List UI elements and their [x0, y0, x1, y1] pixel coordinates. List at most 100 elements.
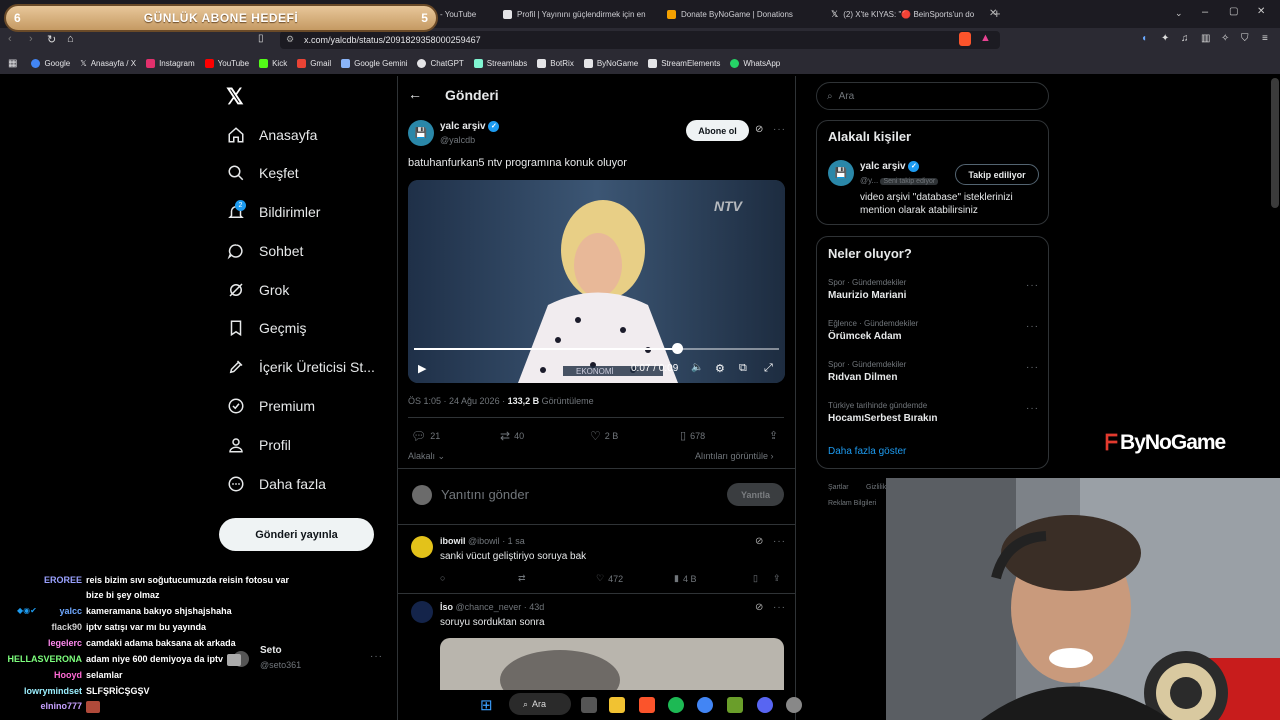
brave-shield-icon[interactable] [959, 32, 971, 46]
bookmark-kick[interactable]: Kick [259, 59, 287, 68]
show-more-link[interactable]: Daha fazla göster [828, 446, 906, 457]
video-player[interactable]: NTV EKONOMİ ▶ 0:07 / 0:09 🔈 ⚙ ⧉ ⤢ [408, 180, 785, 383]
window-minimize-icon[interactable]: – [1202, 6, 1208, 18]
reply-author[interactable]: ibowil [440, 536, 466, 546]
grok-explain-icon[interactable]: ⊘ [755, 602, 763, 613]
trend-item[interactable]: Eğlence · Gündemdekiler Örümcek Adam [828, 319, 1038, 342]
browser-tab-2[interactable]: Donate ByNoGame | Donations [667, 4, 817, 24]
bookmark-x[interactable]: 𝕏 Anasayfa / X [80, 59, 136, 68]
browser-tab-0[interactable]: - YouTube [440, 4, 500, 24]
reply-reply-action[interactable]: ○ [440, 573, 445, 583]
nav-item-profile[interactable]: Profil [227, 430, 291, 460]
footer-ads-link[interactable]: Reklam Bilgileri [828, 500, 876, 507]
back-arrow-icon[interactable]: ← [408, 86, 422, 102]
bookmark-google[interactable]: Google [31, 59, 70, 68]
menu-icon[interactable]: ≡ [1262, 33, 1268, 44]
bookmark-instagram[interactable]: Instagram [146, 59, 195, 68]
forward-icon[interactable]: › [29, 33, 33, 45]
reply-more-icon[interactable]: ··· [773, 602, 786, 613]
browser-tab-1[interactable]: Profil | Yayınını güçlendirmek için en [503, 4, 651, 24]
audio-icon[interactable]: ◖ [1141, 33, 1147, 44]
author-avatar[interactable]: 💾 [408, 120, 434, 146]
url-field[interactable]: x.com/yalcdb/status/2091829358000259467 [280, 31, 1000, 49]
window-restore-icon[interactable]: ▢ [1229, 6, 1238, 17]
new-tab-plus-icon[interactable]: + [993, 6, 1001, 21]
video-scrubber-handle[interactable] [671, 343, 683, 354]
settings-gear-icon[interactable]: ⚙ [715, 362, 725, 375]
bookmark-streamlabs[interactable]: Streamlabs [473, 59, 527, 68]
trend-more-icon[interactable]: ··· [1026, 362, 1039, 373]
post-button[interactable]: Gönderi yayınla [219, 518, 374, 551]
bookmark-bynogame[interactable]: ByNoGame [583, 59, 638, 68]
reply-action[interactable]: 💬︎ 21 [411, 429, 440, 443]
repost-action[interactable]: ⇄ 40 [500, 429, 524, 443]
post-more-icon[interactable]: ··· [773, 124, 786, 135]
reload-icon[interactable]: ↻ [47, 33, 56, 46]
leo-ai-icon[interactable]: ✧ [1221, 33, 1229, 44]
bookmark-page-icon[interactable]: ▯ [258, 33, 264, 44]
sort-relevance-dropdown[interactable]: Alakalı ⌄ [408, 451, 445, 462]
nav-item-more[interactable]: Daha fazla [227, 469, 326, 499]
trend-more-icon[interactable]: ··· [1026, 321, 1039, 332]
nav-item-grok[interactable]: Grok [227, 275, 289, 305]
x-logo-icon[interactable]: 𝕏 [226, 84, 244, 110]
bookmark-streamelements[interactable]: StreamElements [648, 59, 720, 68]
nav-item-home[interactable]: Anasayfa [227, 120, 317, 150]
bookmark-action[interactable]: ▯ 678 [680, 429, 705, 442]
search-box[interactable]: ⌕ Ara [816, 82, 1049, 110]
reply-share-action[interactable]: ⇪ [773, 573, 781, 584]
nav-item-chat[interactable]: Sohbet [227, 236, 303, 266]
like-action[interactable]: ♡ 2 B [590, 429, 618, 443]
footer-privacy-link[interactable]: Gizlilik [866, 484, 886, 491]
reply-like-action[interactable]: ♡ 472 [596, 573, 623, 584]
reply-author[interactable]: İso [440, 602, 453, 612]
grok-explain-icon[interactable]: ⊘ [755, 124, 763, 135]
spotify-icon[interactable] [668, 697, 684, 713]
obs-icon[interactable] [786, 697, 802, 713]
reply-avatar[interactable] [411, 536, 433, 558]
follow-button[interactable]: Abone ol [686, 120, 749, 141]
nav-item-explore[interactable]: Keşfet [227, 158, 299, 188]
home-button-icon[interactable]: ⌂ [67, 33, 74, 45]
video-progress-track[interactable] [414, 348, 779, 350]
reply-more-icon[interactable]: ··· [773, 536, 786, 547]
reply-button[interactable]: Yanıtla [727, 483, 784, 506]
reply-input[interactable]: Yanıtını gönder [441, 487, 529, 502]
reply-avatar[interactable] [411, 601, 433, 623]
site-settings-icon[interactable]: ⚙ [286, 34, 294, 45]
back-icon[interactable]: ‹ [8, 33, 12, 45]
share-action[interactable]: ⇪ [769, 429, 778, 442]
bookmark-youtube[interactable]: YouTube [204, 59, 249, 68]
reply-repost-action[interactable]: ⇄ [518, 573, 526, 584]
nav-item-creator-studio[interactable]: İçerik Üreticisi St... [227, 352, 375, 382]
fullscreen-icon[interactable]: ⤢ [764, 362, 773, 375]
apps-grid-icon[interactable]: ▦ [8, 58, 17, 69]
bookmark-gemini[interactable]: Google Gemini [341, 59, 407, 68]
bookmark-gmail[interactable]: Gmail [297, 59, 331, 68]
app-icon[interactable] [727, 697, 743, 713]
trend-more-icon[interactable]: ··· [1026, 280, 1039, 291]
tab-list-chevron-icon[interactable]: ⌄ [1175, 8, 1183, 19]
page-scrollbar[interactable] [1271, 78, 1279, 208]
extensions-icon[interactable]: ✦ [1161, 33, 1169, 44]
trend-more-icon[interactable]: ··· [1026, 403, 1039, 414]
window-close-icon[interactable]: ✕ [1257, 6, 1265, 17]
nav-item-premium[interactable]: Premium [227, 391, 315, 421]
browser-tab-3[interactable]: 𝕏 (2) X'te KIYAS: "🔴 BeinSports'un do [831, 4, 981, 24]
bookmark-chatgpt[interactable]: ChatGPT [417, 59, 464, 68]
author-name-row[interactable]: yalc arşiv ✓ [440, 121, 500, 132]
vpn-icon[interactable]: ⛉ [1241, 33, 1249, 44]
reply-media-image[interactable] [440, 638, 784, 690]
account-more-icon[interactable]: ··· [370, 651, 383, 662]
grok-explain-icon[interactable]: ⊘ [755, 536, 763, 547]
trend-item[interactable]: Spor · Gündemdekiler Maurizio Mariani [828, 278, 1038, 301]
bookmark-whatsapp[interactable]: WhatsApp [730, 59, 780, 68]
nav-item-bookmarks[interactable]: Geçmiş [227, 313, 306, 343]
related-name-row[interactable]: yalc arşiv ✓ [860, 161, 920, 172]
view-quotes-link[interactable]: Alıntıları görüntüle › [695, 451, 774, 461]
following-button[interactable]: Takip ediliyor [955, 164, 1039, 185]
related-avatar[interactable]: 💾 [828, 160, 854, 186]
picture-in-picture-icon[interactable]: ⧉ [739, 362, 747, 375]
file-explorer-icon[interactable] [609, 697, 625, 713]
taskbar-search[interactable]: ⌕ Ara [509, 693, 571, 715]
